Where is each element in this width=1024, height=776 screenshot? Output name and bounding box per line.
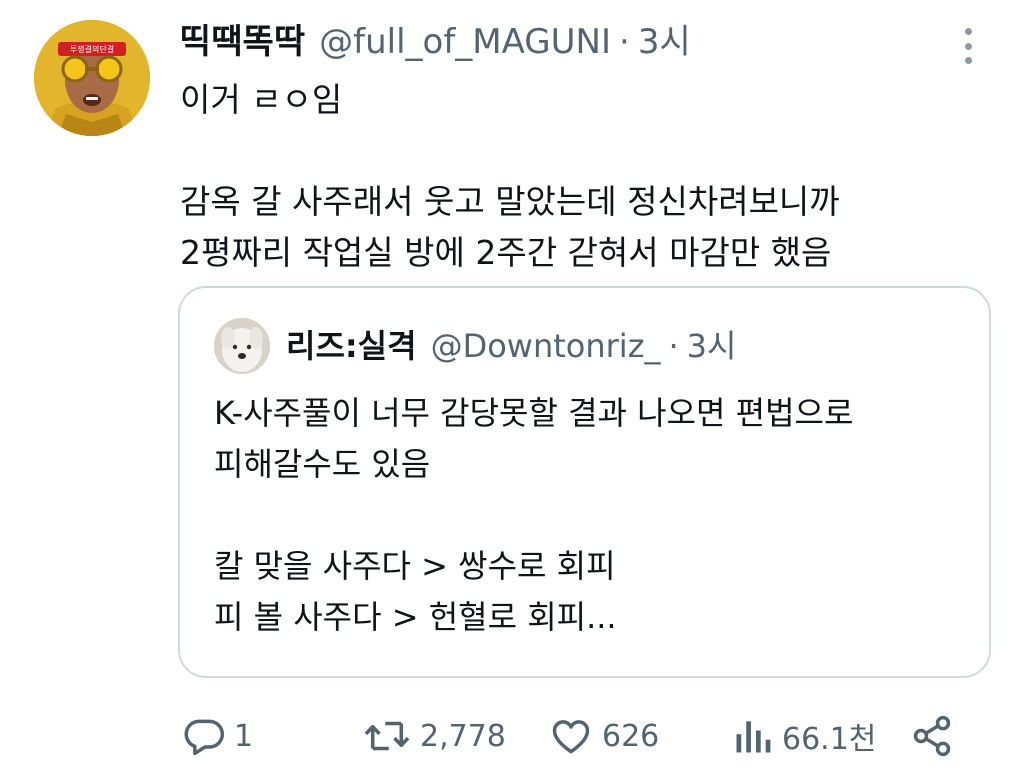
dog-avatar-image — [214, 318, 270, 374]
share-button[interactable] — [910, 708, 954, 764]
quote-avatar[interactable] — [214, 318, 270, 374]
views-chart-icon — [736, 721, 771, 753]
reply-icon — [184, 719, 225, 756]
retweet-button[interactable]: 2,778 — [362, 708, 506, 764]
reply-button[interactable]: 1 — [182, 708, 253, 764]
reply-count: 1 — [234, 718, 254, 754]
share-icon — [913, 715, 951, 757]
like-count: 626 — [602, 718, 660, 754]
more-dot — [964, 57, 972, 64]
user-handle[interactable]: @full_of_MAGUNI — [319, 22, 611, 62]
quote-display-name[interactable]: 리즈:실격 — [286, 326, 417, 366]
display-name[interactable]: 띡땍똑딱 — [180, 22, 305, 62]
tweet-header: 띡땍똑딱 @full_of_MAGUNI · 3시 — [180, 22, 691, 62]
quote-header: 리즈:실격 @Downtonriz_ · 3시 — [286, 326, 736, 366]
svg-text:투쟁결의단결: 투쟁결의단결 — [70, 44, 114, 54]
more-dot — [964, 28, 972, 35]
quote-timestamp[interactable]: 3시 — [687, 326, 737, 366]
timestamp[interactable]: 3시 — [638, 22, 691, 62]
more-options-icon[interactable] — [954, 26, 982, 66]
profile-avatar-image: 투쟁결의단결 — [34, 20, 150, 136]
retweet-icon — [364, 721, 410, 751]
tweet: 투쟁결의단결 띡땍똑딱 @full_of_MAGUNI · 3시 이거 ㄹㅇ임 … — [0, 0, 1024, 776]
view-count: 66.1천 — [782, 722, 877, 757]
quote-text: K-사주풀이 너무 감당못할 결과 나오면 편법으로 피해갈수도 있음 칼 맞을… — [214, 394, 854, 636]
like-button[interactable]: 626 — [548, 708, 659, 764]
heart-icon — [552, 720, 590, 754]
quote-separator-dot: · — [668, 327, 679, 365]
quote-handle[interactable]: @Downtonriz_ — [431, 326, 661, 366]
tweet-text: 이거 ㄹㅇ임 감옥 갈 사주래서 웃고 말았는데 정신차려보니까 2평짜리 작업… — [180, 80, 840, 272]
quote-tweet[interactable]: 리즈:실격 @Downtonriz_ · 3시 K-사주풀이 너무 감당못할 결… — [178, 286, 991, 678]
profile-avatar[interactable]: 투쟁결의단결 — [34, 20, 150, 136]
views-button[interactable]: 66.1천 — [732, 708, 876, 764]
retweet-count: 2,778 — [420, 718, 506, 754]
action-bar: 1 2,778 626 66.1천 — [0, 708, 1024, 764]
more-dot — [964, 42, 972, 50]
separator-dot: · — [619, 22, 630, 62]
